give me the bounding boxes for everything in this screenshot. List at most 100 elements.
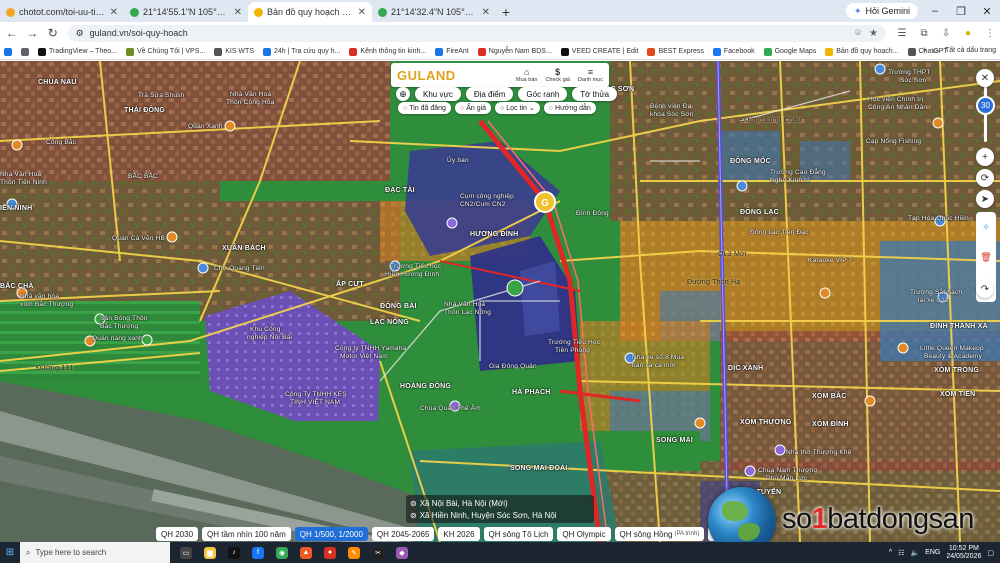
facebook-icon[interactable]: f bbox=[246, 542, 270, 563]
tab-close-icon[interactable]: ✕ bbox=[110, 7, 118, 18]
tab-close-icon[interactable]: ✕ bbox=[234, 7, 242, 18]
bookmark-item[interactable]: Về Chúng Tôi | VPS... bbox=[125, 47, 205, 56]
map-place-label: Trường Tiểu Học bbox=[548, 339, 601, 346]
browser-toolbar: ← → ↻ ⚙ guland.vn/soi-quy-hoach ⌾ ★ ☰ ⧉ … bbox=[0, 22, 1000, 44]
planning-layer-tab[interactable]: QH sông Hồng (PA trình) bbox=[614, 527, 705, 541]
back-icon[interactable]: ← bbox=[3, 24, 21, 42]
network-icon[interactable]: ☷ bbox=[898, 549, 904, 557]
guland-store-button[interactable]: ⌂ Mua bán bbox=[516, 67, 537, 83]
gemini-button[interactable]: ✦ Hỏi Gemini bbox=[845, 3, 918, 19]
zoom-in-icon[interactable]: + bbox=[976, 148, 994, 166]
toggle-chip[interactable]: ○ Lọc tin ⌄ bbox=[495, 102, 540, 114]
map-canvas[interactable]: G bbox=[0, 61, 1000, 542]
restore-icon[interactable]: ❐ bbox=[948, 0, 974, 22]
browser-tab[interactable]: 21°14'55.1"N 105°48'37.3"E - G ✕ bbox=[124, 2, 248, 22]
bookmark-item[interactable]: 24h | Tra cứu quy h... bbox=[262, 47, 340, 56]
address-bar[interactable]: ⚙ guland.vn/soi-quy-hoach ⌾ ★ bbox=[67, 24, 887, 42]
taskbar-search[interactable]: ⌕ Type here to search bbox=[20, 542, 170, 563]
zoom-level-badge[interactable]: 30 bbox=[976, 96, 995, 115]
filter-tab[interactable]: Khu vực bbox=[415, 87, 461, 101]
location-icon[interactable]: ⌾ bbox=[855, 28, 861, 39]
tab-close-icon[interactable]: ✕ bbox=[482, 7, 490, 18]
toggle-radio-icon: ○ bbox=[500, 104, 505, 112]
chrome-icon[interactable]: ◉ bbox=[270, 542, 294, 563]
guland-list-button[interactable]: ≡ Danh mục bbox=[578, 67, 603, 83]
notifications-icon[interactable]: ▢ bbox=[987, 549, 994, 557]
bookmark-item[interactable]: Nguyễn Nam BDS... bbox=[477, 47, 552, 56]
bookmark-item[interactable]: KIS WTS bbox=[214, 47, 254, 56]
bookmark-star-icon[interactable]: ★ bbox=[869, 28, 878, 39]
bookmark-item[interactable]: Kênh thông tin kinh... bbox=[349, 47, 426, 56]
all-bookmarks[interactable]: » ▭ Tất cả dấu trang bbox=[922, 47, 996, 55]
filter-tab[interactable]: Góc ranh bbox=[518, 87, 568, 101]
toggle-radio-icon: ○ bbox=[403, 104, 408, 112]
guland-logo[interactable]: GULAND bbox=[397, 68, 508, 83]
bookmark-item[interactable]: TradingView – Theo... bbox=[38, 47, 117, 56]
toggle-chip[interactable]: ○ Ẩn giá bbox=[454, 102, 492, 114]
guland-dollar-button[interactable]: $ Check giá bbox=[545, 67, 569, 83]
map-place-label: Cụm công nghiệp bbox=[460, 193, 514, 200]
ai-app-icon[interactable]: ◆ bbox=[390, 542, 414, 563]
browser-tab[interactable]: Bản đồ quy hoạch Online trực ✕ bbox=[248, 2, 372, 22]
close-panel-icon[interactable]: ✕ bbox=[976, 69, 994, 87]
extension-icon[interactable]: ☰ bbox=[892, 24, 912, 42]
capcut-icon[interactable]: ✂ bbox=[366, 542, 390, 563]
taskbar-app-glyph: ◉ bbox=[276, 546, 288, 559]
minimize-icon[interactable]: – bbox=[922, 0, 948, 22]
crosshair-icon[interactable]: ⊕ bbox=[396, 87, 410, 101]
map-place-label: HÀ PHẠCH bbox=[512, 389, 551, 396]
tab-favicon-icon bbox=[378, 7, 387, 17]
brave-icon[interactable]: ▲ bbox=[294, 542, 318, 563]
planning-layer-tab[interactable]: QH 2030 bbox=[156, 527, 199, 541]
browser-tab[interactable]: 21°14'32.4"N 105°50'01.7"E - G ✕ bbox=[372, 2, 496, 22]
toggle-chip[interactable]: ○ Tin đã đăng bbox=[398, 102, 451, 114]
planning-layer-tab[interactable]: QH Olympic bbox=[557, 527, 611, 541]
share-icon[interactable]: ↷ bbox=[976, 280, 994, 298]
clock[interactable]: 10:52 PM 24/05/2026 bbox=[946, 545, 981, 561]
bookmark-item[interactable]: Google Maps bbox=[763, 47, 816, 56]
bookmark-item[interactable]: FireAnt bbox=[435, 47, 469, 56]
planning-layer-tab[interactable]: QH tầm nhìn 100 năm bbox=[202, 527, 291, 541]
toggle-chip[interactable]: ○ Hướng dẫn bbox=[543, 102, 596, 114]
reload-icon[interactable]: ↻ bbox=[44, 24, 62, 42]
profile-icon[interactable]: ● bbox=[958, 24, 978, 42]
close-window-icon[interactable]: ✕ bbox=[974, 0, 1000, 22]
forward-icon[interactable]: → bbox=[24, 24, 42, 42]
bookmark-folder-icon[interactable] bbox=[21, 47, 29, 56]
compass-icon[interactable]: ✧ bbox=[982, 222, 990, 233]
planning-layer-tab[interactable]: QH 2045-2065 bbox=[371, 527, 435, 541]
bookmark-item[interactable]: Facebook bbox=[712, 47, 755, 56]
bookmark-item[interactable]: BEST Express bbox=[647, 47, 704, 56]
planning-layer-tab[interactable]: QH 1/500, 1/2000 bbox=[294, 527, 368, 541]
rotate-icon[interactable]: ⟳ bbox=[976, 169, 994, 187]
volume-icon[interactable]: 🔈 bbox=[910, 549, 919, 557]
planning-map[interactable]: G CHÙA NAU Trà Sữa Shush THÁI ĐÔNG Nhà V… bbox=[0, 61, 1000, 542]
file-explorer-icon[interactable]: ▆ bbox=[198, 542, 222, 563]
tab-close-icon[interactable]: ✕ bbox=[358, 7, 366, 18]
planning-layer-tab[interactable]: KH 2026 bbox=[438, 527, 480, 541]
site-info-icon[interactable]: ⚙ bbox=[76, 28, 84, 39]
filter-tab[interactable]: Địa điểm bbox=[465, 87, 514, 101]
app-red-icon[interactable]: ● bbox=[318, 542, 342, 563]
tiktok-icon[interactable]: ♪ bbox=[222, 542, 246, 563]
bookmarks-bar: TradingView – Theo... Về Chúng Tôi | VPS.… bbox=[0, 44, 1000, 60]
tray-chevron-icon[interactable]: ^ bbox=[889, 549, 892, 556]
apps-icon[interactable] bbox=[4, 47, 12, 56]
paint-icon[interactable]: ✎ bbox=[342, 542, 366, 563]
windows-start-icon[interactable]: ⊞ bbox=[0, 542, 20, 563]
filter-tab[interactable]: Tờ thửa bbox=[572, 87, 618, 101]
extensions-puzzle-icon[interactable]: ⧉ bbox=[914, 24, 934, 42]
bookmark-item[interactable]: VEED CREATE | Edit bbox=[560, 47, 638, 56]
new-tab-button[interactable]: + bbox=[496, 2, 516, 22]
bookmark-item[interactable]: Bản đồ quy hoạch... bbox=[825, 47, 899, 56]
bookmark-favicon-icon bbox=[262, 47, 271, 56]
navigate-icon[interactable]: ➤ bbox=[976, 190, 994, 208]
menu-icon[interactable]: ⋮ bbox=[980, 24, 1000, 42]
language-indicator[interactable]: ENG bbox=[925, 549, 940, 556]
browser-tab[interactable]: chotot.com/toi-uu-tin-dang?u ✕ bbox=[0, 2, 124, 22]
task-view-icon[interactable]: ▭ bbox=[174, 542, 198, 563]
download-icon[interactable]: ⇩ bbox=[936, 24, 956, 42]
delete-icon[interactable]: 🗑 bbox=[980, 252, 991, 263]
more-bookmarks-icon[interactable]: » bbox=[922, 47, 926, 55]
planning-layer-tab[interactable]: QH sông Tô Lịch bbox=[483, 527, 554, 541]
